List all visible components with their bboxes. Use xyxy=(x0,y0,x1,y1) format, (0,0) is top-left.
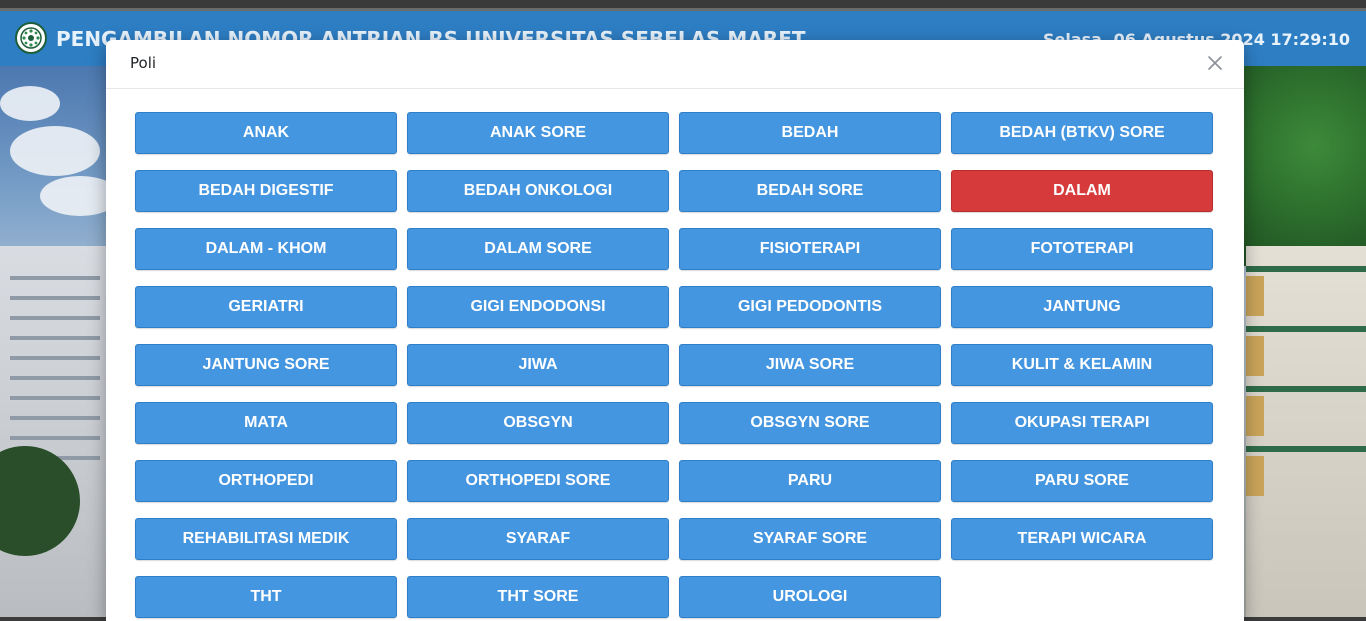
poli-button[interactable]: SYARAF SORE xyxy=(679,518,941,560)
poli-button[interactable]: BEDAH xyxy=(679,112,941,154)
close-button[interactable] xyxy=(1204,52,1226,74)
poli-button[interactable]: DALAM SORE xyxy=(407,228,669,270)
poli-button[interactable]: OKUPASI TERAPI xyxy=(951,402,1213,444)
poli-button[interactable]: PARU SORE xyxy=(951,460,1213,502)
poli-button[interactable]: ORTHOPEDI SORE xyxy=(407,460,669,502)
window-top-strip xyxy=(0,0,1366,11)
poli-button[interactable]: JANTUNG SORE xyxy=(135,344,397,386)
poli-button[interactable]: TERAPI WICARA xyxy=(951,518,1213,560)
poli-button[interactable]: GIGI ENDODONSI xyxy=(407,286,669,328)
poli-button[interactable]: JIWA SORE xyxy=(679,344,941,386)
poli-button[interactable]: BEDAH (BTKV) SORE xyxy=(951,112,1213,154)
poli-button[interactable]: GIGI PEDODONTIS xyxy=(679,286,941,328)
poli-button[interactable]: DALAM xyxy=(951,170,1213,212)
poli-button[interactable]: UROLOGI xyxy=(679,576,941,618)
modal-header: Poli xyxy=(106,40,1244,89)
poli-button[interactable]: ANAK xyxy=(135,112,397,154)
poli-button[interactable]: SYARAF xyxy=(407,518,669,560)
poli-button[interactable]: BEDAH ONKOLOGI xyxy=(407,170,669,212)
poli-button[interactable]: OBSGYN SORE xyxy=(679,402,941,444)
poli-button-grid: ANAK ANAK SORE BEDAH BEDAH (BTKV) SORE BEDAH… xyxy=(135,112,1215,618)
close-icon xyxy=(1208,56,1222,70)
poli-button[interactable]: JIWA xyxy=(407,344,669,386)
poli-button[interactable]: ANAK SORE xyxy=(407,112,669,154)
poli-modal: Poli ANAK ANAK SORE BEDAH BEDAH (BTKV) SORE… xyxy=(106,40,1244,621)
poli-button[interactable]: ORTHOPEDI xyxy=(135,460,397,502)
hospital-logo-icon xyxy=(15,22,47,54)
poli-button[interactable]: THT SORE xyxy=(407,576,669,618)
modal-title: Poli xyxy=(130,54,157,72)
poli-button[interactable]: THT xyxy=(135,576,397,618)
poli-button[interactable]: REHABILITASI MEDIK xyxy=(135,518,397,560)
poli-button[interactable]: DALAM - KHOM xyxy=(135,228,397,270)
poli-button[interactable]: OBSGYN xyxy=(407,402,669,444)
poli-button[interactable]: JANTUNG xyxy=(951,286,1213,328)
poli-button[interactable]: KULIT & KELAMIN xyxy=(951,344,1213,386)
poli-button[interactable]: MATA xyxy=(135,402,397,444)
poli-button[interactable]: FOTOTERAPI xyxy=(951,228,1213,270)
poli-button[interactable]: BEDAH DIGESTIF xyxy=(135,170,397,212)
poli-button[interactable]: GERIATRI xyxy=(135,286,397,328)
poli-button[interactable]: BEDAH SORE xyxy=(679,170,941,212)
poli-button[interactable]: FISIOTERAPI xyxy=(679,228,941,270)
poli-button[interactable]: PARU xyxy=(679,460,941,502)
